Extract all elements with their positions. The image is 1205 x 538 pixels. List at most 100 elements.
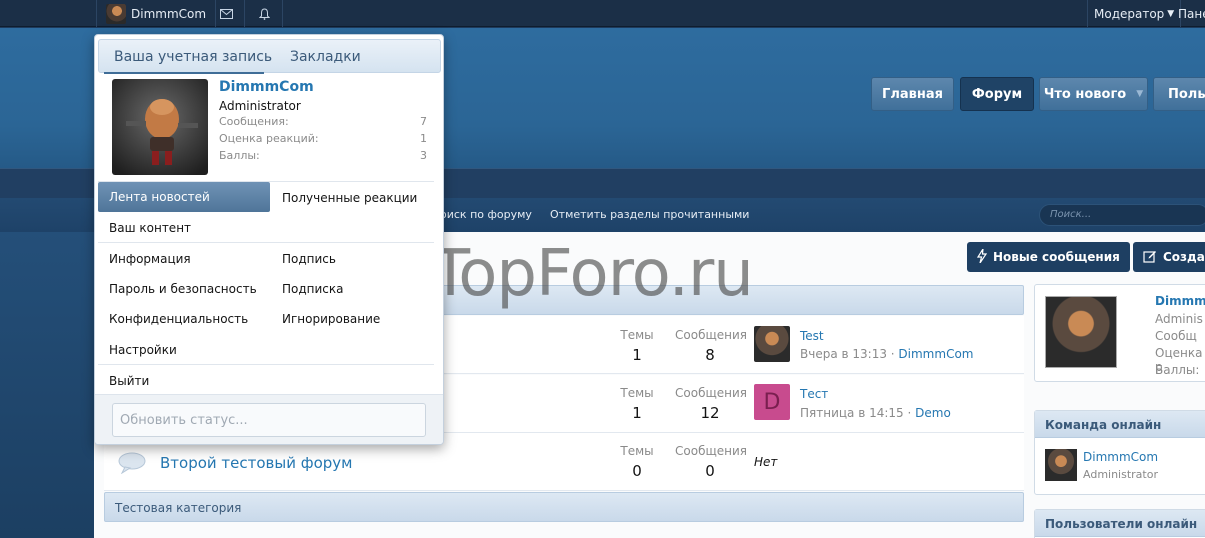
menu-news-feed[interactable]: Лента новостей (98, 182, 270, 212)
menu-divider (98, 242, 434, 243)
menu-subscription[interactable]: Подписка (282, 282, 344, 296)
user-avatar (106, 3, 126, 24)
last-post-meta: Вчера в 13:13 · DimmmCom (800, 347, 974, 361)
last-post-time: Вчера в 13:13 (800, 347, 887, 361)
threads-stat: Темы 1 (602, 328, 672, 364)
menu-divider (98, 364, 434, 365)
create-label: Созда (1163, 250, 1205, 264)
nav-whats-new-label: Что нового (1043, 86, 1127, 102)
tab-bookmarks[interactable]: Закладки (290, 49, 361, 65)
search-forum-link[interactable]: оиск по форуму (440, 208, 532, 221)
sidebar-user-block: Dimmm Adminis Сообщ Оценка р Баллы: (1034, 284, 1205, 382)
threads-label: Темы (620, 444, 654, 458)
menu-user-role: Administrator (219, 99, 301, 113)
messages-stat: Сообщения 0 (675, 444, 748, 480)
search-input[interactable]: Поиск... (1039, 204, 1205, 226)
lightning-icon (976, 248, 988, 266)
no-last-post: Нет (754, 455, 778, 469)
bell-icon[interactable] (246, 0, 283, 27)
top-bar: DimmmCom Модератор ▼ Пане (0, 0, 1205, 27)
watermark: TopForo.ru (431, 237, 754, 311)
speech-bubble-icon (117, 452, 147, 475)
staff-avatar[interactable] (1045, 449, 1077, 481)
nav-forum[interactable]: Форум (960, 77, 1034, 111)
create-thread-button[interactable]: Созда (1133, 242, 1205, 272)
sidebar-user-points: Баллы: (1155, 363, 1200, 377)
menu-username[interactable]: DimmmCom (219, 79, 314, 95)
new-posts-button[interactable]: Новые сообщения (967, 242, 1130, 272)
nav-users[interactable]: Польз (1153, 77, 1205, 111)
sidebar-user-messages: Сообщ (1155, 329, 1197, 343)
staff-online-block: Команда онлайн DimmmCom Administrator (1034, 410, 1205, 495)
last-post-time: Пятница в 14:15 (800, 406, 904, 420)
stat-label: Оценка реакций: (219, 132, 319, 145)
page-background (0, 232, 94, 538)
threads-count: 1 (632, 404, 642, 422)
last-post-meta: Пятница в 14:15 · Demo (800, 406, 951, 420)
last-post-title[interactable]: Test (800, 329, 824, 343)
stat-value: 7 (420, 115, 427, 128)
moderator-menu[interactable]: Модератор ▼ (1087, 0, 1182, 27)
menu-tabs: Ваша учетная запись Закладки (98, 39, 441, 74)
status-input[interactable]: Обновить статус... (112, 403, 426, 437)
threads-label: Темы (620, 328, 654, 342)
account-menu: Ваша учетная запись Закладки DimmmCom Ad… (94, 34, 444, 445)
stat-value: 1 (420, 132, 427, 145)
stat-value: 3 (420, 149, 427, 162)
new-posts-label: Новые сообщения (993, 250, 1120, 264)
menu-stat-messages: Сообщения: 7 (219, 115, 427, 128)
tab-account[interactable]: Ваша учетная запись (114, 49, 272, 65)
moderator-label: Модератор (1094, 6, 1165, 21)
menu-settings[interactable]: Настройки (109, 343, 177, 357)
sidebar-username[interactable]: Dimmm (1155, 294, 1205, 308)
messages-stat: Сообщения 12 (675, 386, 748, 422)
threads-label: Темы (620, 386, 654, 400)
nav-whats-new[interactable]: Что нового ▼ (1039, 77, 1148, 111)
menu-reactions-received[interactable]: Полученные реакции (282, 191, 417, 205)
menu-your-content[interactable]: Ваш контент (109, 221, 191, 235)
menu-footer: Обновить статус... (95, 394, 443, 444)
last-post-avatar[interactable] (754, 326, 790, 362)
users-online-block: Пользователи онлайн (1034, 509, 1205, 538)
menu-password-security[interactable]: Пароль и безопасность (109, 282, 257, 296)
category-header[interactable]: Тестовая категория (104, 492, 1024, 522)
nav-home[interactable]: Главная (871, 77, 954, 111)
stat-label: Сообщения: (219, 115, 289, 128)
menu-signature[interactable]: Подпись (282, 252, 336, 266)
edit-icon (1143, 249, 1157, 266)
active-tab-indicator (104, 72, 264, 74)
menu-privacy[interactable]: Конфиденциальность (109, 312, 248, 326)
threads-count: 0 (632, 462, 642, 480)
staff-name[interactable]: DimmmCom (1083, 450, 1158, 464)
messages-count: 12 (700, 404, 720, 422)
last-post-avatar[interactable]: D (754, 384, 790, 420)
threads-count: 1 (632, 346, 642, 364)
menu-information[interactable]: Информация (109, 252, 191, 266)
messages-count: 8 (705, 346, 715, 364)
menu-stat-reactions: Оценка реакций: 1 (219, 132, 427, 145)
staff-online-title: Команда онлайн (1035, 411, 1205, 438)
messages-label: Сообщения (675, 444, 748, 458)
last-post-title[interactable]: Тест (800, 387, 828, 401)
panel-label: Пане (1178, 6, 1205, 21)
last-post-user[interactable]: Demo (915, 406, 951, 420)
messages-stat: Сообщения 8 (675, 328, 748, 364)
mark-read-link[interactable]: Отметить разделы прочитанными (550, 208, 749, 221)
account-menu-trigger[interactable]: DimmmCom (96, 0, 217, 27)
sidebar-user-role: Adminis (1155, 312, 1203, 326)
sidebar-avatar[interactable] (1045, 296, 1117, 368)
messages-label: Сообщения (675, 328, 748, 342)
inbox-icon[interactable] (208, 0, 245, 27)
username-label: DimmmCom (131, 6, 207, 21)
threads-stat: Темы 1 (602, 386, 672, 422)
threads-stat: Темы 0 (602, 444, 672, 480)
staff-role: Administrator (1083, 468, 1158, 481)
messages-label: Сообщения (675, 386, 748, 400)
menu-ignoring[interactable]: Игнорирование (282, 312, 380, 326)
menu-logout[interactable]: Выйти (109, 374, 149, 388)
menu-avatar[interactable] (112, 79, 208, 175)
last-post-user[interactable]: DimmmCom (898, 347, 973, 361)
forum-title[interactable]: Второй тестовый форум (160, 454, 352, 472)
caret-down-icon: ▼ (1136, 89, 1144, 99)
admin-panel-link[interactable]: Пане (1172, 0, 1205, 27)
